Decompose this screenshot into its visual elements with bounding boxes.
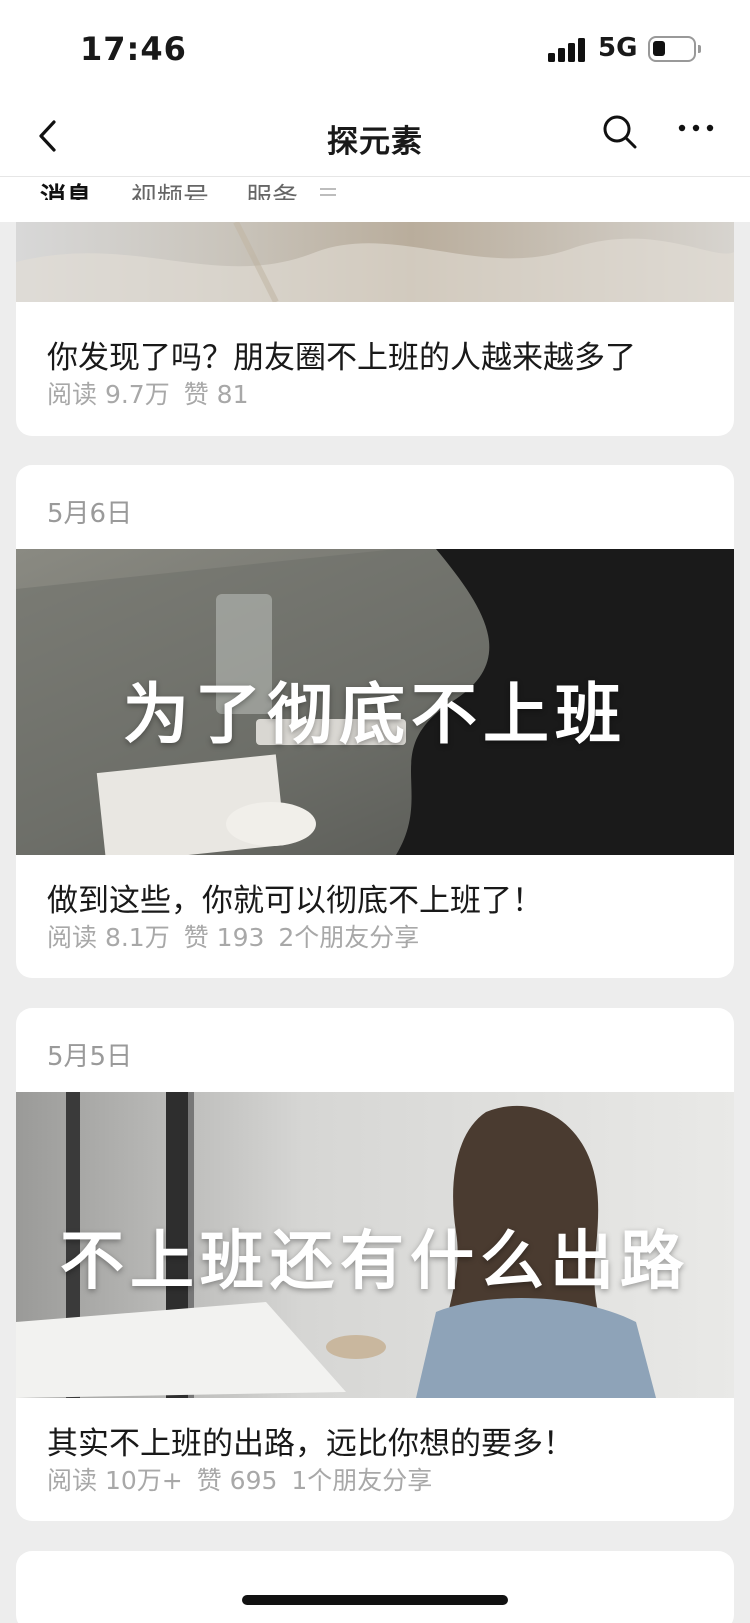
battery-icon bbox=[648, 36, 701, 62]
article-card[interactable]: 你发现了吗？朋友圈不上班的人越来越多了 阅读 9.7万赞 81 bbox=[16, 200, 734, 436]
more-horizontal-icon[interactable] bbox=[676, 112, 716, 152]
article-title[interactable]: 你发现了吗？朋友圈不上班的人越来越多了 bbox=[47, 332, 636, 377]
home-indicator[interactable] bbox=[242, 1595, 508, 1605]
cover-overlay-text: 不上班还有什么出路 bbox=[60, 1225, 690, 1299]
article-title[interactable]: 其实不上班的出路，远比你想的要多！ bbox=[47, 1418, 574, 1463]
share-count: 1个朋友分享 bbox=[291, 1466, 433, 1495]
network-label: 5G bbox=[598, 33, 638, 63]
search-icon[interactable] bbox=[600, 112, 640, 152]
article-meta: 阅读 8.1万赞 193 2个朋友分享 bbox=[47, 918, 433, 954]
article-card[interactable]: 5月5日 不上班还有什么出路 其实不上班的出路，远比你想的要多！ 阅读 10万+… bbox=[16, 1008, 734, 1521]
article-date: 5月6日 bbox=[47, 499, 133, 529]
article-card[interactable]: 5月6日 为了彻底不上班 做到这些，你就可以彻底不上班了！ 阅读 8.1万赞 1… bbox=[16, 465, 734, 978]
cover-overlay-text: 为了彻底不上班 bbox=[123, 676, 627, 753]
like-count: 赞 193 bbox=[183, 923, 265, 952]
nav-bar: 探元素 bbox=[0, 98, 750, 176]
article-title[interactable]: 做到这些，你就可以彻底不上班了！ bbox=[47, 875, 543, 920]
like-count: 赞 695 bbox=[196, 1466, 278, 1495]
signal-icon bbox=[548, 38, 588, 62]
read-count: 阅读 9.7万 bbox=[47, 380, 170, 409]
article-cover-image: 不上班还有什么出路 bbox=[16, 1092, 734, 1398]
article-meta: 阅读 9.7万赞 81 bbox=[47, 375, 262, 411]
share-count: 2个朋友分享 bbox=[278, 923, 420, 952]
article-cover-image bbox=[16, 222, 734, 302]
status-time: 17:46 bbox=[80, 30, 187, 68]
article-meta: 阅读 10万+ 赞 695 1个朋友分享 bbox=[47, 1461, 446, 1497]
like-count: 赞 81 bbox=[183, 380, 249, 409]
status-bar: 17:46 5G bbox=[0, 0, 750, 98]
read-count: 阅读 8.1万 bbox=[47, 923, 170, 952]
article-date: 5月5日 bbox=[47, 1042, 133, 1072]
read-count: 阅读 10万+ bbox=[47, 1466, 183, 1495]
article-cover-image: 为了彻底不上班 bbox=[16, 549, 734, 855]
article-card[interactable] bbox=[16, 1551, 734, 1623]
